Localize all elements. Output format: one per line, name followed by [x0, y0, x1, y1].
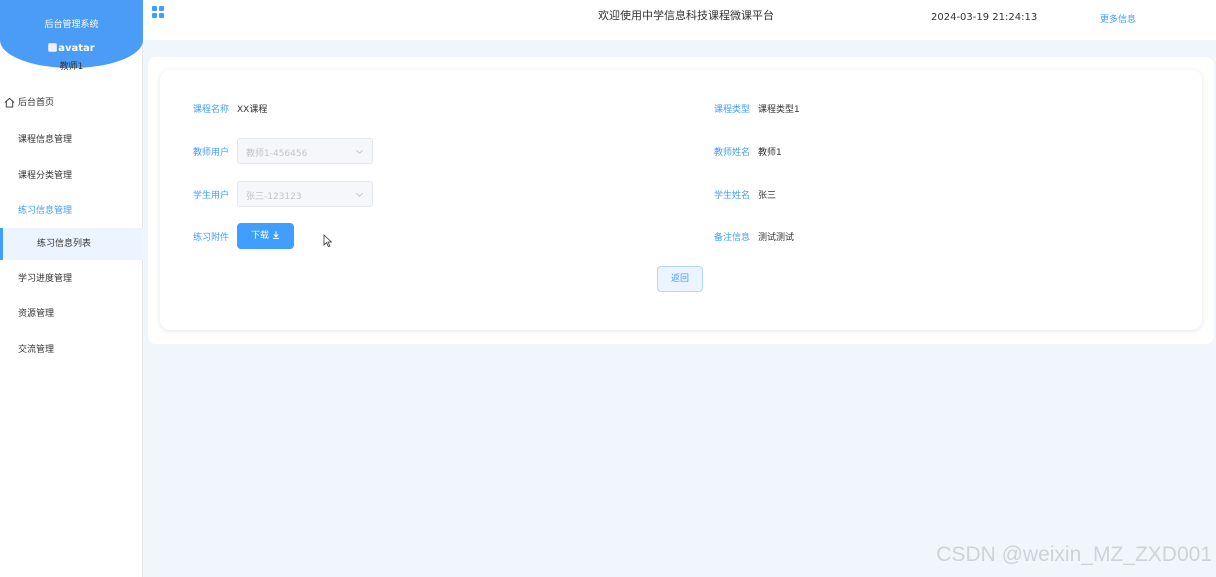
- sidebar-item-practice-list[interactable]: 练习信息列表: [0, 228, 143, 260]
- sidebar-item-practice-info[interactable]: 练习信息管理: [0, 194, 143, 228]
- chevron-down-icon: [356, 149, 363, 154]
- grid-icon[interactable]: [152, 6, 165, 19]
- content-panel: 课程名称 XX课程 课程类型 课程类型1 教师用户 教师1-456456 教师姓…: [148, 57, 1214, 344]
- chevron-down-icon: [356, 192, 363, 197]
- student-name-value: 张三: [758, 191, 777, 201]
- watermark: CSDN @weixin_MZ_ZXD001: [936, 543, 1212, 566]
- course-type-label: 课程类型: [714, 105, 751, 115]
- sidebar-item-label: 资源管理: [18, 309, 55, 319]
- download-icon: [273, 231, 279, 239]
- sidebar-item-course-info[interactable]: 课程信息管理: [0, 123, 143, 157]
- back-button[interactable]: 返回: [657, 266, 703, 292]
- teacher-name-label: 教师姓名: [714, 148, 751, 158]
- sidebar-item-label: 后台首页: [18, 98, 55, 108]
- mouse-cursor-icon: [323, 234, 333, 248]
- detail-form-card: 课程名称 XX课程 课程类型 课程类型1 教师用户 教师1-456456 教师姓…: [160, 70, 1202, 330]
- sidebar-item-resources[interactable]: 资源管理: [0, 297, 143, 331]
- system-title: 后台管理系统: [44, 20, 99, 30]
- sidebar-item-label: 课程分类管理: [18, 171, 73, 181]
- student-user-label: 学生用户: [193, 191, 230, 201]
- attachment-label: 练习附件: [193, 233, 230, 243]
- course-name-label: 课程名称: [193, 105, 230, 115]
- top-header: 欢迎使用中学信息科技课程微课平台 2024-03-19 21:24:13 更多信…: [143, 0, 1216, 40]
- sidebar-item-label: 学习进度管理: [18, 274, 73, 284]
- sidebar-item-label: 交流管理: [18, 345, 55, 355]
- student-name-label: 学生姓名: [714, 191, 751, 201]
- teacher-user-select[interactable]: 教师1-456456: [237, 138, 373, 164]
- broken-image-icon: [48, 43, 58, 52]
- remark-label: 备注信息: [714, 233, 751, 243]
- sidebar-item-learning-progress[interactable]: 学习进度管理: [0, 262, 143, 296]
- sidebar-header: 后台管理系统 avatar 教师1: [0, 0, 143, 72]
- home-icon: [4, 97, 15, 108]
- avatar[interactable]: avatar: [0, 43, 143, 54]
- sidebar-item-home[interactable]: 后台首页: [0, 86, 143, 120]
- sidebar-item-course-category[interactable]: 课程分类管理: [0, 159, 143, 193]
- avatar-alt-text: avatar: [58, 43, 95, 54]
- download-button-label: 下载: [250, 231, 269, 241]
- sidebar-item-label: 练习信息列表: [37, 239, 92, 249]
- download-button[interactable]: 下载: [237, 223, 294, 249]
- sidebar-item-label: 练习信息管理: [18, 206, 73, 216]
- teacher-user-select-value: 教师1-456456: [246, 149, 308, 159]
- teacher-user-label: 教师用户: [193, 148, 230, 158]
- user-name: 教师1: [59, 62, 84, 72]
- main-content: 课程名称 XX课程 课程类型 课程类型1 教师用户 教师1-456456 教师姓…: [143, 40, 1216, 577]
- remark-value: 测试测试: [758, 233, 795, 243]
- sidebar: 后台管理系统 avatar 教师1 后台首页 课程信息管理 课程分类管理 练习信…: [0, 0, 143, 577]
- sidebar-item-communication[interactable]: 交流管理: [0, 333, 143, 367]
- course-type-value: 课程类型1: [758, 105, 800, 115]
- more-info-link[interactable]: 更多信息: [1100, 12, 1136, 25]
- sidebar-item-label: 课程信息管理: [18, 135, 73, 145]
- student-user-select[interactable]: 张三-123123: [237, 181, 373, 207]
- teacher-name-value: 教师1: [758, 148, 782, 158]
- student-user-select-value: 张三-123123: [246, 192, 302, 202]
- datetime: 2024-03-19 21:24:13: [931, 12, 1038, 23]
- welcome-text: 欢迎使用中学信息科技课程微课平台: [598, 9, 774, 22]
- course-name-value: XX课程: [237, 105, 268, 115]
